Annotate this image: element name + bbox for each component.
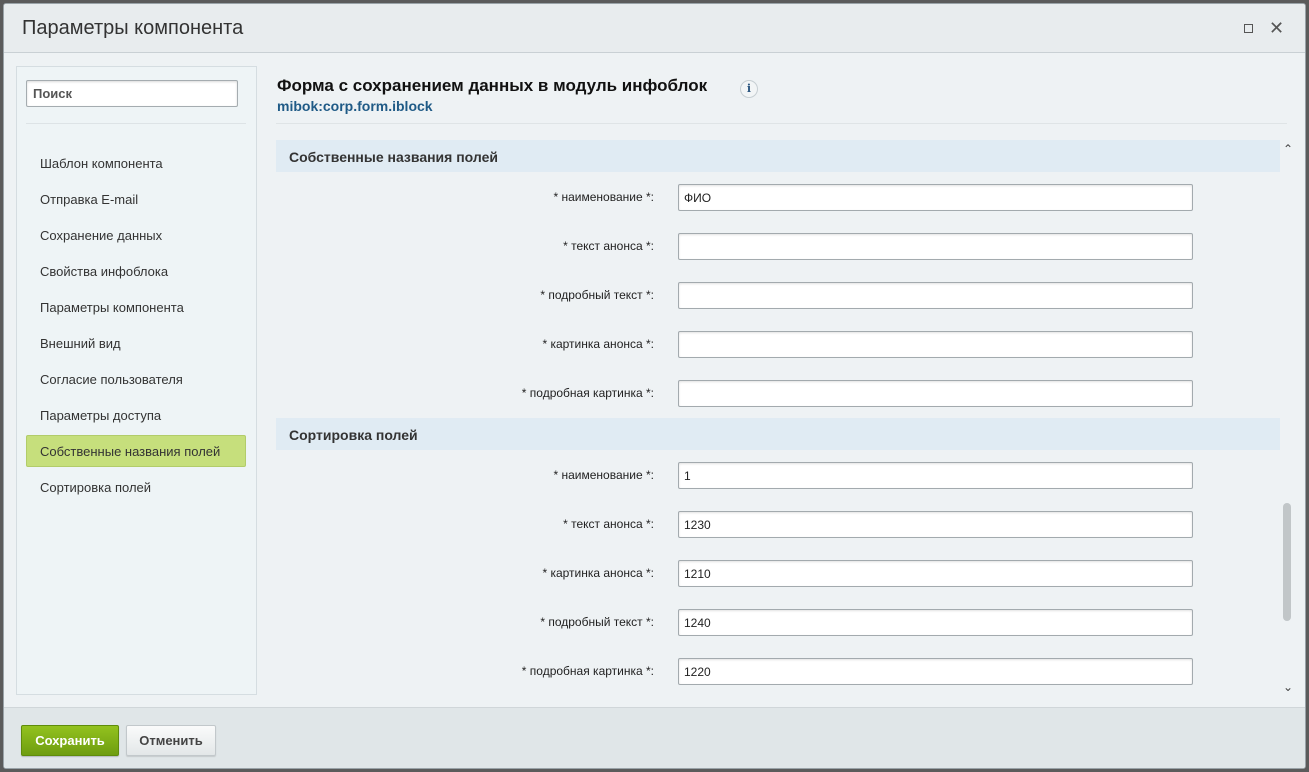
sort-preview-text-input[interactable] [678,511,1193,538]
main-panel: Форма с сохранением данных в модуль инфо… [276,66,1305,707]
scrollbar-thumb[interactable] [1283,503,1291,621]
sort-detail-picture-input[interactable] [678,658,1193,685]
dialog-footer: Сохранить Отменить [4,707,1305,768]
header-divider [276,123,1287,124]
field-label: * картинка анонса *: [542,337,654,351]
custom-name-preview-picture-input[interactable] [678,331,1193,358]
field-label: * подробный текст *: [540,288,654,302]
field-label: * подробный текст *: [540,615,654,629]
custom-name-detail-picture-input[interactable] [678,380,1193,407]
sidebar-item-user-consent[interactable]: Согласие пользователя [26,363,246,395]
close-icon[interactable]: ✕ [1269,19,1284,37]
sort-preview-picture-input[interactable] [678,560,1193,587]
scroll-down-icon[interactable]: ⌄ [1281,680,1295,694]
component-code: mibok:corp.form.iblock [277,98,433,114]
sidebar-item-email[interactable]: Отправка E-mail [26,183,246,215]
page-title: Форма с сохранением данных в модуль инфо… [277,76,708,95]
section-header-field-sorting: Сортировка полей [276,418,1280,450]
custom-name-detail-text-input[interactable] [678,282,1193,309]
cancel-button[interactable]: Отменить [126,725,216,756]
field-label: * подробная картинка *: [521,386,654,400]
field-label: * текст анонса *: [563,239,654,253]
sidebar-item-iblock-props[interactable]: Свойства инфоблока [26,255,246,287]
sidebar-item-custom-field-names[interactable]: Собственные названия полей [26,435,246,467]
maximize-icon[interactable] [1241,21,1255,35]
field-label: * текст анонса *: [563,517,654,531]
form-content: Собственные названия полей * наименовани… [276,140,1280,707]
save-button[interactable]: Сохранить [21,725,119,756]
field-label: * подробная картинка *: [521,664,654,678]
custom-name-title-input[interactable] [678,184,1193,211]
sidebar-item-component-params[interactable]: Параметры компонента [26,291,246,323]
component-params-dialog: Параметры компонента ✕ Шаблон компонента… [3,3,1306,769]
sidebar-item-data-saving[interactable]: Сохранение данных [26,219,246,251]
sidebar-item-template[interactable]: Шаблон компонента [26,147,246,179]
sidebar-item-appearance[interactable]: Внешний вид [26,327,246,359]
sort-title-input[interactable] [678,462,1193,489]
dialog-titlebar[interactable]: Параметры компонента ✕ [4,4,1305,53]
sidebar-item-access[interactable]: Параметры доступа [26,399,246,431]
field-label: * картинка анонса *: [542,566,654,580]
sidebar: Шаблон компонента Отправка E-mail Сохран… [16,66,257,695]
section-header-custom-names: Собственные названия полей [276,140,1280,172]
field-label: * наименование *: [553,468,655,482]
field-label: * наименование *: [553,190,655,204]
custom-name-preview-text-input[interactable] [678,233,1193,260]
scroll-up-icon[interactable]: ⌃ [1281,142,1295,156]
sort-detail-text-input[interactable] [678,609,1193,636]
sidebar-item-field-sorting[interactable]: Сортировка полей [26,471,246,503]
search-input[interactable] [26,80,238,107]
info-icon[interactable]: i [740,80,758,98]
sidebar-divider [26,123,246,124]
dialog-title: Параметры компонента [22,17,244,39]
